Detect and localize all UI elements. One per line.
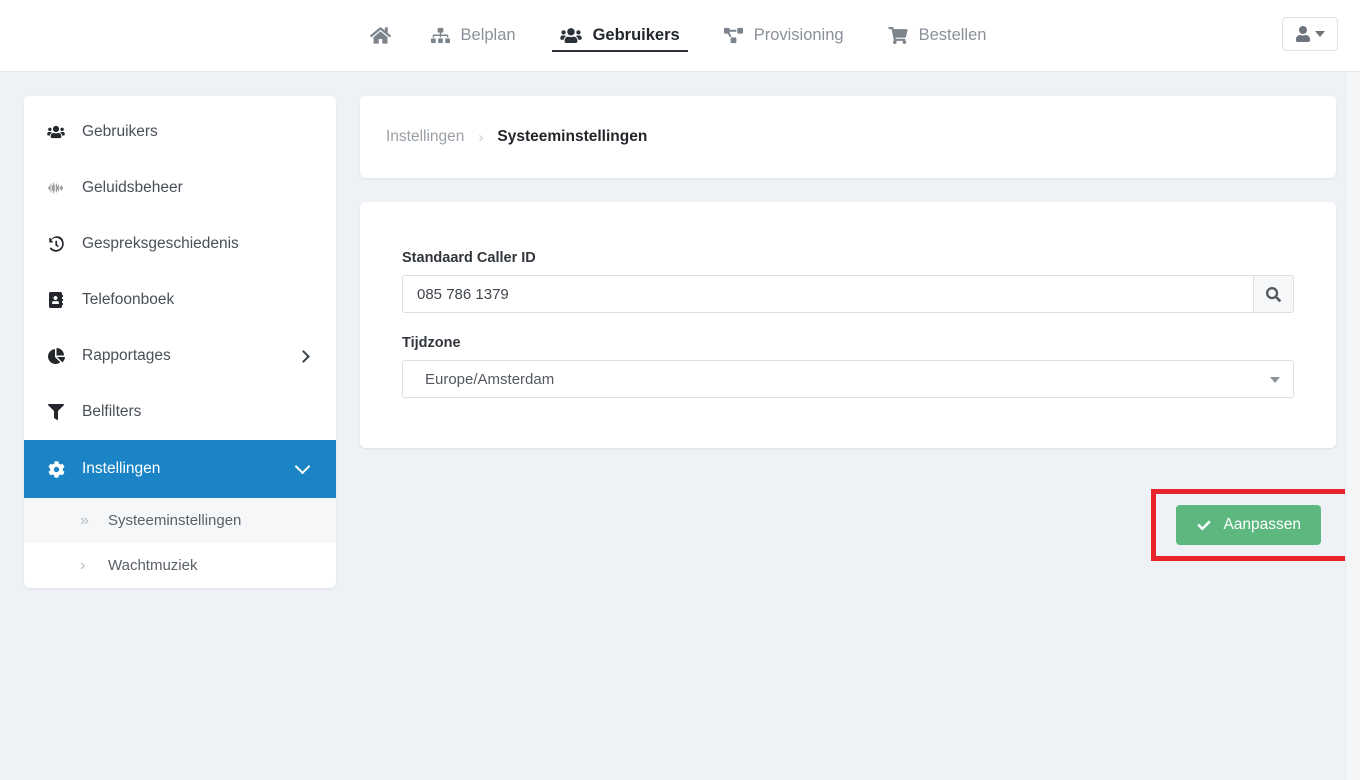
history-icon <box>46 236 66 252</box>
sidebar: Gebruikers Geluidsbeheer Gespreksgeschie… <box>24 96 336 588</box>
waveform-icon <box>46 181 66 195</box>
settings-form-card: Standaard Caller ID Tijdzone Europe/Amst… <box>360 202 1336 448</box>
project-diagram-icon <box>723 27 743 44</box>
chevron-right-icon: › <box>478 128 484 146</box>
caller-id-search-button[interactable] <box>1253 275 1294 313</box>
sidebar-item-label: Geluidsbeheer <box>82 179 183 196</box>
chevron-right-icon: › <box>80 556 86 574</box>
sidebar-item-instellingen[interactable]: Instellingen <box>24 440 336 498</box>
highlight-annotation: Aanpassen <box>1151 489 1360 561</box>
shopping-cart-icon <box>888 27 908 44</box>
pie-chart-icon <box>46 348 66 364</box>
timezone-select[interactable]: Europe/Amsterdam <box>402 360 1294 398</box>
sidebar-item-label: Gebruikers <box>82 123 158 140</box>
nav-belplan[interactable]: Belplan <box>409 0 538 72</box>
search-icon <box>1266 286 1281 302</box>
sidebar-item-label: Rapportages <box>82 347 171 364</box>
caller-id-input[interactable] <box>402 275 1253 313</box>
users-icon <box>46 125 66 139</box>
sidebar-item-gespreksgeschiedenis[interactable]: Gespreksgeschiedenis <box>24 216 336 272</box>
sidebar-subitem-label: Wachtmuziek <box>108 557 198 574</box>
save-button[interactable]: Aanpassen <box>1176 505 1321 545</box>
nav-label: Gebruikers <box>592 26 680 44</box>
caller-id-field: Standaard Caller ID <box>402 250 1294 313</box>
top-header: Belplan Gebruikers Provisioning Bestelle… <box>0 0 1360 72</box>
save-button-label: Aanpassen <box>1223 516 1301 533</box>
sidebar-subitem-label: Systeeminstellingen <box>108 512 242 529</box>
sidebar-item-geluidsbeheer[interactable]: Geluidsbeheer <box>24 160 336 216</box>
chevron-down-icon <box>294 458 311 475</box>
users-icon <box>559 27 582 44</box>
timezone-select-wrap: Europe/Amsterdam <box>402 360 1294 398</box>
main-content: Instellingen › Systeeminstellingen Stand… <box>360 96 1360 561</box>
nav-provisioning[interactable]: Provisioning <box>702 0 866 72</box>
check-icon <box>1196 519 1212 532</box>
nav-label: Provisioning <box>753 26 844 44</box>
nav-home[interactable] <box>352 0 409 72</box>
sitemap-icon <box>430 27 450 44</box>
breadcrumb: Instellingen › Systeeminstellingen <box>360 96 1336 178</box>
sidebar-item-label: Telefoonboek <box>82 291 175 308</box>
user-menu-button[interactable] <box>1282 17 1338 51</box>
sidebar-item-label: Belfilters <box>82 403 142 420</box>
double-chevron-right-icon: » <box>80 511 89 529</box>
breadcrumb-current: Systeeminstellingen <box>497 128 648 145</box>
sidebar-item-label: Instellingen <box>82 460 161 477</box>
filter-icon <box>46 404 66 420</box>
primary-navigation: Belplan Gebruikers Provisioning Bestelle… <box>352 0 1009 72</box>
address-book-icon <box>46 292 66 308</box>
sidebar-item-telefoonboek[interactable]: Telefoonboek <box>24 272 336 328</box>
caller-id-input-group <box>402 275 1294 313</box>
caller-id-label: Standaard Caller ID <box>402 250 536 266</box>
chevron-right-icon <box>297 349 310 363</box>
nav-bestellen[interactable]: Bestellen <box>866 0 1009 72</box>
nav-label: Belplan <box>460 26 516 44</box>
nav-gebruikers[interactable]: Gebruikers <box>538 0 702 72</box>
home-icon <box>369 26 391 45</box>
user-icon <box>1295 26 1311 42</box>
timezone-field: Tijdzone Europe/Amsterdam <box>402 335 1294 398</box>
breadcrumb-parent[interactable]: Instellingen <box>386 128 464 146</box>
gear-icon <box>46 460 66 478</box>
sidebar-item-belfilters[interactable]: Belfilters <box>24 384 336 440</box>
form-actions: Aanpassen <box>360 489 1360 561</box>
chevron-down-icon <box>1315 31 1325 37</box>
timezone-label: Tijdzone <box>402 335 461 351</box>
sidebar-subitem-systeeminstellingen[interactable]: » Systeeminstellingen <box>24 498 336 543</box>
timezone-selected-value: Europe/Amsterdam <box>425 370 555 388</box>
page-scrollbar[interactable] <box>1345 72 1360 780</box>
sidebar-subitem-wachtmuziek[interactable]: › Wachtmuziek <box>24 543 336 588</box>
sidebar-item-rapportages[interactable]: Rapportages <box>24 328 336 384</box>
page-body: Gebruikers Geluidsbeheer Gespreksgeschie… <box>0 72 1360 780</box>
sidebar-item-label: Gespreksgeschiedenis <box>82 235 239 252</box>
sidebar-item-gebruikers[interactable]: Gebruikers <box>24 104 336 160</box>
chevron-down-icon <box>1270 377 1280 383</box>
nav-label: Bestellen <box>918 26 987 44</box>
